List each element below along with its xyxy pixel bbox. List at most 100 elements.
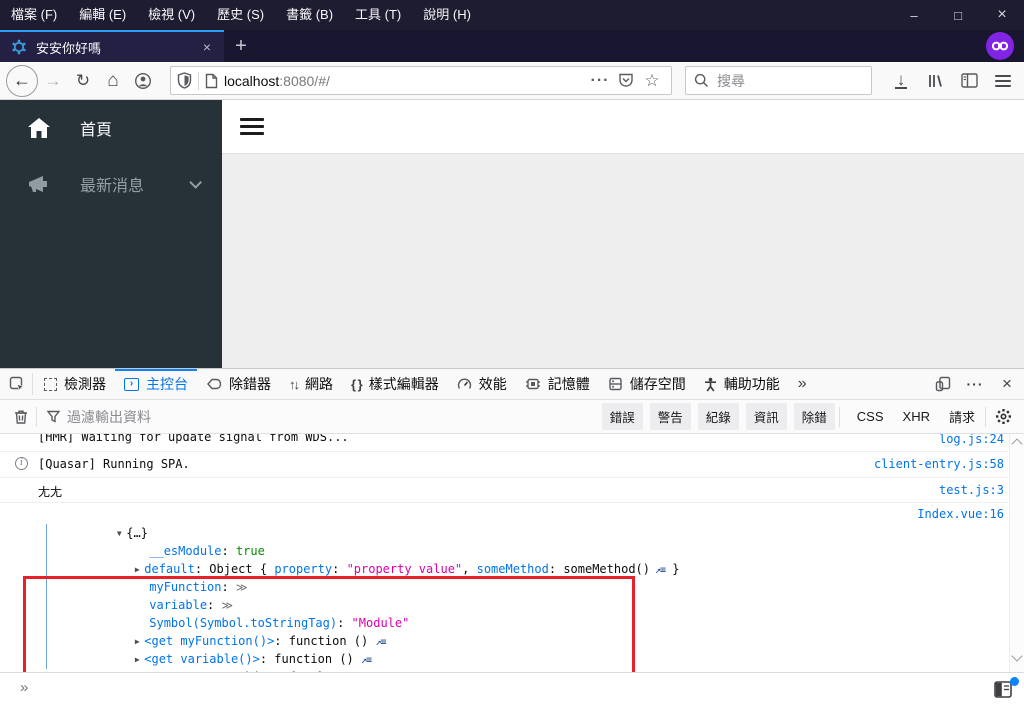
source-link[interactable]: test.js:3 <box>939 483 1004 497</box>
pick-element-icon[interactable] <box>4 369 30 399</box>
tree-property[interactable]: ▶<prototype>: Object { … } <box>58 650 325 672</box>
tab-title: 安安你好嗎 <box>36 40 102 56</box>
filter-input[interactable]: 過濾輸出資料 <box>67 407 151 427</box>
toolbar-right-icons: ↓ <box>886 66 1018 96</box>
menu-tools[interactable]: 工具 (T) <box>344 0 412 30</box>
scroll-up-icon[interactable] <box>1011 438 1023 450</box>
account-icon[interactable] <box>128 66 158 96</box>
back-icon[interactable]: ← <box>6 64 38 97</box>
devtools-options-icon[interactable]: ··· <box>962 376 988 392</box>
tree-property[interactable]: variable: ≫ <box>77 578 233 612</box>
maximize-button[interactable]: □ <box>936 0 980 30</box>
tracking-shield-icon[interactable] <box>177 72 192 89</box>
filter-debug-button[interactable]: 除錯 <box>793 403 835 430</box>
pocket-icon[interactable] <box>613 68 639 94</box>
sidebar-item-news[interactable]: 最新消息 <box>0 156 222 212</box>
tree-property[interactable]: __esModule: true <box>77 524 265 558</box>
filter-logs-button[interactable]: 紀錄 <box>697 403 739 430</box>
home-icon[interactable]: ⌂ <box>98 66 128 96</box>
split-console-icon[interactable] <box>994 677 1019 701</box>
tab-storage[interactable]: 儲存空間 <box>599 369 695 399</box>
tab-console[interactable]: › 主控台 <box>115 369 197 399</box>
search-icon <box>694 73 709 88</box>
close-button[interactable]: × <box>980 0 1024 30</box>
console-input-row[interactable]: » <box>0 672 1024 725</box>
jump-to-definition-icon[interactable]: ↗≡ <box>375 637 386 648</box>
console-settings-gear-icon[interactable] <box>990 408 1016 425</box>
tree-property[interactable]: ▶ default: Object { property: "property v… <box>58 542 680 576</box>
tree-property[interactable]: ▶ <get variable()>: function () ↗≡ <box>58 632 372 666</box>
chevron-down-icon <box>189 175 202 189</box>
page-actions-icon[interactable]: ··· <box>587 68 613 94</box>
tree-property[interactable]: ▶ <get myFunction()>: function () ↗≡ <box>58 614 387 648</box>
console-filter-bar: 過濾輸出資料 錯誤 警告 紀錄 資訊 除錯 CSS XHR 請求 <box>0 400 1024 434</box>
jump-to-definition-icon[interactable]: ↗≡ <box>650 565 666 576</box>
urlbar-divider <box>198 71 199 90</box>
tab-accessibility[interactable]: 輔助功能 <box>695 369 789 399</box>
menu-bookmarks[interactable]: 書籤 (B) <box>275 0 344 30</box>
filter-warnings-button[interactable]: 警告 <box>649 403 691 430</box>
tab-style-editor[interactable]: { } 樣式編輯器 <box>342 369 448 399</box>
menu-file[interactable]: 檔案 (F) <box>0 0 68 30</box>
menu-edit[interactable]: 編輯 (E) <box>68 0 137 30</box>
filter-info-button[interactable]: 資訊 <box>745 403 787 430</box>
console-object-row[interactable]: Index.vue:16 ▼ {…} __esModule: true ▶ defa… <box>0 503 1024 672</box>
containers-extension-icon[interactable] <box>986 32 1014 60</box>
filter-requests-button[interactable]: 請求 <box>943 403 981 430</box>
app-menu-icon[interactable] <box>988 66 1018 96</box>
tab-inspector[interactable]: 檢測器 <box>35 369 115 399</box>
browser-window: 檔案 (F) 編輯 (E) 檢視 (V) 歷史 (S) 書籤 (B) 工具 (T… <box>0 0 1024 725</box>
sidebars-icon[interactable] <box>954 66 984 96</box>
forward-icon[interactable]: → <box>38 66 68 96</box>
memory-icon <box>525 377 541 391</box>
reload-icon[interactable]: ↻ <box>68 66 98 96</box>
menu-help[interactable]: 說明 (H) <box>412 0 482 30</box>
info-icon: i <box>15 457 28 470</box>
storage-icon <box>608 377 623 391</box>
filter-xhr-button[interactable]: XHR <box>897 405 936 428</box>
new-tab-button[interactable]: + <box>224 30 258 62</box>
jump-to-definition-icon[interactable]: ↗≡ <box>361 655 372 666</box>
tree-property[interactable]: myFunction: ≫ <box>77 560 247 594</box>
console-info-row[interactable]: i [Quasar] Running SPA. client-entry.js:… <box>0 452 1024 478</box>
browser-tab[interactable]: 安安你好嗎 × <box>0 30 224 62</box>
lazy-getter-icon[interactable]: ≫ <box>236 581 248 594</box>
source-link[interactable]: log.js:24 <box>939 434 1004 446</box>
tab-bar: 安安你好嗎 × + <box>0 30 1024 62</box>
url-text[interactable]: localhost:8080/#/ <box>224 73 587 89</box>
downloads-icon[interactable]: ↓ <box>886 66 916 96</box>
scroll-down-icon[interactable] <box>1011 650 1023 662</box>
minimize-button[interactable]: – <box>892 0 936 30</box>
tab-favicon-icon <box>11 39 27 55</box>
tab-performance[interactable]: 效能 <box>448 369 516 399</box>
page-info-icon[interactable] <box>205 73 218 89</box>
console-log-row[interactable]: 尢尢 test.js:3 <box>0 478 1024 503</box>
tab-memory[interactable]: 記憶體 <box>516 369 599 399</box>
menu-history[interactable]: 歷史 (S) <box>206 0 275 30</box>
source-link[interactable]: Index.vue:16 <box>917 507 1004 521</box>
tree-property[interactable]: Symbol(Symbol.toStringTag): "Module" <box>77 596 409 630</box>
sidebar-item-home[interactable]: 首頁 <box>0 100 222 156</box>
clear-console-icon[interactable] <box>8 409 34 425</box>
filter-css-button[interactable]: CSS <box>851 405 890 428</box>
object-summary[interactable]: ▼ {…} <box>40 506 148 540</box>
library-icon[interactable] <box>920 66 950 96</box>
console-scrollbar[interactable] <box>1009 434 1024 672</box>
source-link[interactable]: client-entry.js:58 <box>874 457 1004 471</box>
tab-network[interactable]: ↑↓ 網路 <box>280 369 342 399</box>
page-menu-icon[interactable] <box>240 118 264 135</box>
tab-debugger[interactable]: 除錯器 <box>197 369 280 399</box>
page-content: 首頁 最新消息 <box>0 100 1024 368</box>
responsive-design-icon[interactable] <box>930 376 956 392</box>
search-bar[interactable]: 搜尋 <box>685 66 872 95</box>
url-bar[interactable]: localhost:8080/#/ ··· ☆ <box>170 66 672 95</box>
tab-close-icon[interactable]: × <box>198 37 216 57</box>
filter-errors-button[interactable]: 錯誤 <box>601 403 643 430</box>
console-log-row[interactable]: [HMR] Waiting for update signal from WDS… <box>0 434 1024 452</box>
devtools-close-icon[interactable]: × <box>994 374 1020 394</box>
console-output: [HMR] Waiting for update signal from WDS… <box>0 434 1024 672</box>
menu-view[interactable]: 檢視 (V) <box>137 0 206 30</box>
more-tabs-button[interactable]: » <box>789 369 816 399</box>
bookmark-star-icon[interactable]: ☆ <box>639 68 665 94</box>
devtools-panel: 檢測器 › 主控台 除錯器 ↑↓ 網路 { } 樣式編輯器 效能 記憶體 儲存空… <box>0 368 1024 725</box>
